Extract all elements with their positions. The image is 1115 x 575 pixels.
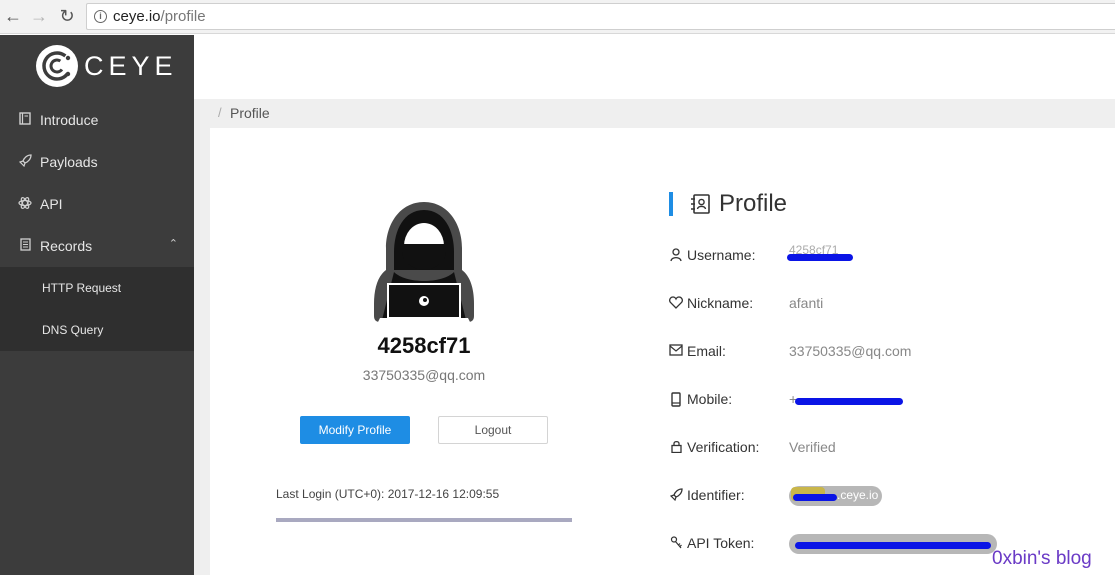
sidebar-item-records[interactable]: Records ⌃ xyxy=(0,225,194,267)
field-value: 33750335@qq.com xyxy=(789,343,912,359)
logo-text: CEYE xyxy=(84,50,178,81)
sidebar-item-label: DNS Query xyxy=(42,323,104,337)
envelope-icon xyxy=(669,344,683,358)
browser-toolbar: ← → ↻ i ceye.io/profile xyxy=(0,0,1115,34)
content-gutter xyxy=(194,128,210,575)
api-token-pill xyxy=(789,534,997,554)
ceye-logo[interactable]: CEYE xyxy=(36,45,178,87)
sidebar-item-dns-query[interactable]: DNS Query xyxy=(0,309,194,351)
forward-arrow-icon[interactable]: → xyxy=(28,5,50,27)
back-arrow-icon[interactable]: ← xyxy=(2,5,24,27)
field-value: Verified xyxy=(789,439,836,455)
breadcrumb-separator: / xyxy=(218,105,222,120)
profile-email: 33750335@qq.com xyxy=(362,367,486,383)
redaction-scribble xyxy=(795,542,991,549)
hacker-avatar-icon xyxy=(372,200,476,322)
mobile-phone-icon xyxy=(669,392,683,407)
sidebar-item-label: API xyxy=(40,196,63,212)
sidebar-item-label: Payloads xyxy=(40,154,98,170)
reload-icon[interactable]: ↻ xyxy=(56,5,78,27)
divider xyxy=(276,518,572,522)
field-value: afanti xyxy=(789,295,824,311)
list-icon xyxy=(18,238,32,254)
breadcrumb: / Profile xyxy=(194,99,1115,128)
address-bar[interactable]: i ceye.io/profile xyxy=(86,3,1115,30)
info-icon[interactable]: i xyxy=(94,10,107,23)
modify-profile-button[interactable]: Modify Profile xyxy=(300,416,410,444)
lock-icon xyxy=(669,440,683,454)
identifier-pill: .ceye.io xyxy=(789,486,882,506)
field-label: API Token: xyxy=(687,535,755,551)
user-icon xyxy=(669,248,683,262)
sidebar-item-label: Records xyxy=(40,238,93,254)
profile-username: 4258cf71 xyxy=(377,333,471,358)
sidebar-item-label: Introduce xyxy=(40,112,99,128)
field-label: Mobile: xyxy=(687,391,733,407)
records-submenu: HTTP Request DNS Query xyxy=(0,267,194,351)
panel-title: Profile xyxy=(719,190,788,217)
last-login-text: Last Login (UTC+0): 2017-12-16 12:09:55 xyxy=(276,487,500,501)
book-icon xyxy=(18,112,32,128)
panel-accent-bar xyxy=(669,192,673,216)
blog-watermark: 0xbin's blog xyxy=(992,548,1092,569)
url-text: ceye.io/profile xyxy=(113,8,206,25)
rocket-icon xyxy=(18,154,32,170)
breadcrumb-current: Profile xyxy=(230,105,270,121)
redaction-scribble xyxy=(795,398,903,405)
contact-card-icon xyxy=(689,193,711,215)
rocket-icon xyxy=(669,488,683,502)
field-mobile: Mobile: + xyxy=(669,390,1089,410)
atom-icon xyxy=(18,196,32,213)
redaction-scribble xyxy=(793,494,837,501)
sidebar-item-api[interactable]: API xyxy=(0,183,194,225)
redaction-scribble xyxy=(787,254,853,261)
sidebar-item-label: HTTP Request xyxy=(42,281,122,295)
field-label: Verification: xyxy=(687,439,760,455)
field-identifier: Identifier: .ceye.io xyxy=(669,486,1089,506)
sidebar-item-introduce[interactable]: Introduce xyxy=(0,99,194,141)
sidebar-item-http-request[interactable]: HTTP Request xyxy=(0,267,194,309)
field-email: Email: 33750335@qq.com xyxy=(669,342,1089,362)
identifier-suffix: .ceye.io xyxy=(837,488,879,502)
sidebar-item-payloads[interactable]: Payloads xyxy=(0,141,194,183)
field-label: Nickname: xyxy=(687,295,754,311)
heart-icon xyxy=(669,296,683,310)
field-label: Username: xyxy=(687,247,756,263)
field-label: Email: xyxy=(687,343,726,359)
field-verification: Verification: Verified xyxy=(669,438,1089,458)
top-header xyxy=(194,35,1115,99)
key-icon xyxy=(669,536,683,550)
field-label: Identifier: xyxy=(687,487,745,503)
chevron-up-icon[interactable]: ⌃ xyxy=(169,237,178,250)
logo-mark-icon xyxy=(36,45,78,87)
logout-button[interactable]: Logout xyxy=(438,416,548,444)
field-nickname: Nickname: afanti xyxy=(669,294,1089,314)
sidebar: CEYE Introduce Payloads API Records ⌃ HT… xyxy=(0,35,194,575)
field-username: Username: 4258cf71 xyxy=(669,243,1089,266)
